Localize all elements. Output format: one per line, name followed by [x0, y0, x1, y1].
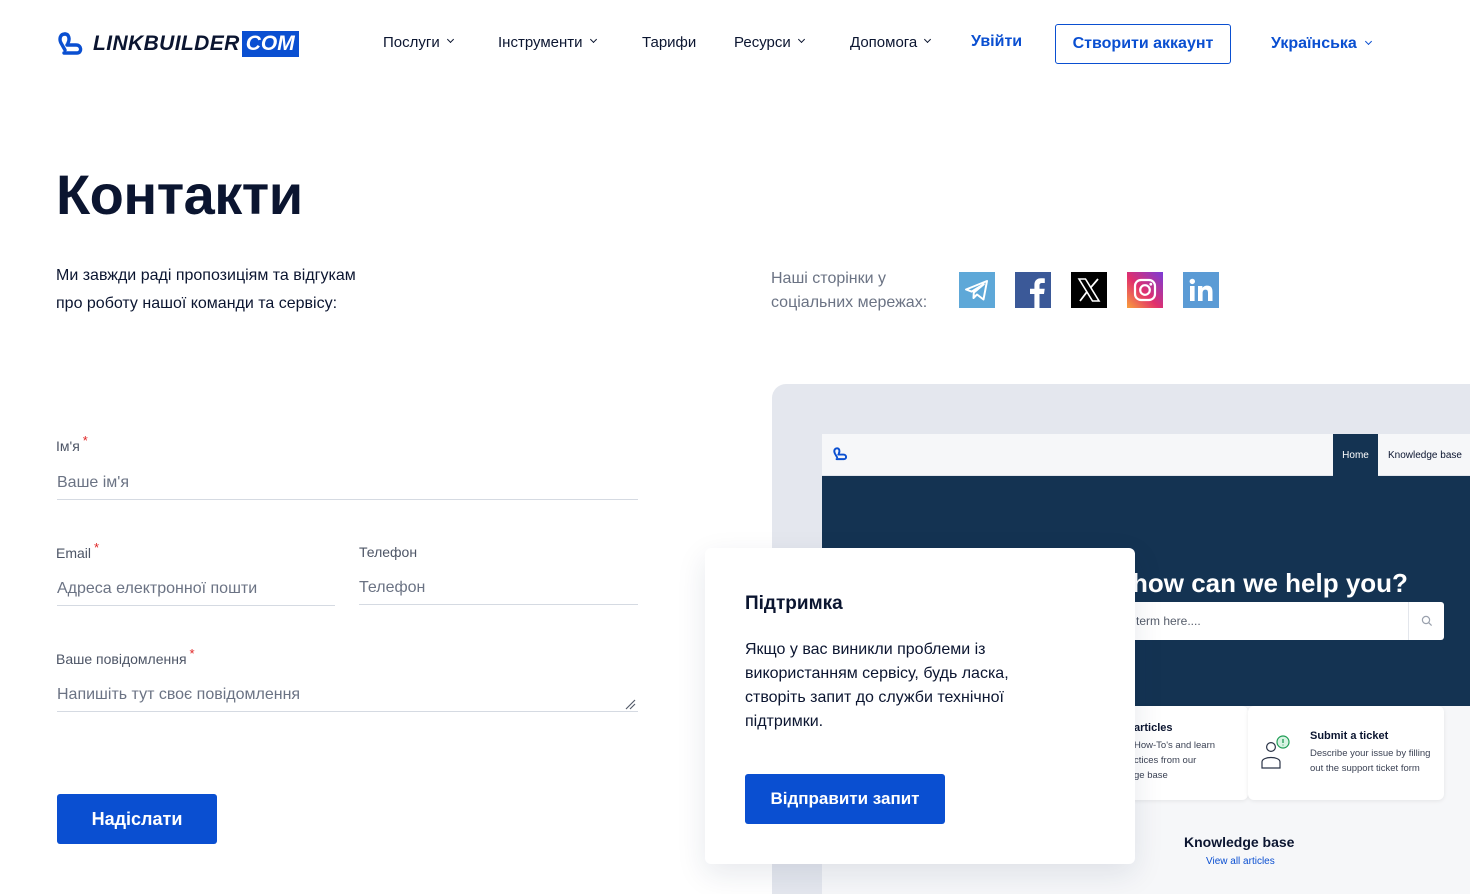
preview-tab-knowledge-base: Knowledge base	[1388, 449, 1462, 461]
create-account-button[interactable]: Створити аккаунт	[1055, 24, 1231, 64]
x-icon	[1071, 272, 1107, 308]
intro-line: Ми завжди раді пропозиціям та відгукам	[56, 267, 356, 284]
resize-handle-icon[interactable]	[624, 698, 636, 710]
site-header: LINKBUILDER COM Послуги Інструменти Тари…	[0, 0, 1470, 88]
preview-card-ticket: Submit a ticket Describe your issue by f…	[1248, 706, 1444, 800]
instagram-icon	[1127, 272, 1163, 308]
support-text-line: підтримки.	[745, 713, 824, 730]
preview-card-text: out the support ticket form	[1310, 763, 1420, 774]
logo-icon	[833, 447, 848, 461]
submit-label: Надіслати	[91, 808, 183, 829]
chevron-down-icon	[797, 35, 805, 44]
linkedin-icon	[1183, 272, 1219, 308]
phone-label: Телефон	[359, 544, 417, 560]
name-input[interactable]	[57, 466, 638, 500]
preview-search-button	[1408, 602, 1444, 640]
linkedin-link[interactable]	[1183, 272, 1219, 308]
logo-icon	[58, 32, 83, 55]
phone-label-text: Телефон	[359, 544, 418, 560]
page-title: Контакти	[56, 163, 303, 226]
preview-card-text: Describe your issue by filling	[1310, 748, 1431, 759]
preview-kb-title: Knowledge base	[1184, 834, 1295, 850]
intro-line: про роботу нашої команди та сервісу:	[56, 295, 338, 312]
support-text: Якщо у вас виникли проблеми із використа…	[745, 638, 1065, 734]
telegram-icon	[959, 272, 995, 308]
logo-text: LINKBUILDER	[93, 32, 240, 55]
preview-card-title: Submit a ticket	[1310, 730, 1389, 742]
email-label: Email *	[56, 540, 99, 561]
email-label-text: Email	[56, 545, 92, 561]
user-ticket-icon	[1261, 735, 1290, 769]
required-mark: *	[94, 540, 100, 555]
intro-text: Ми завжди раді пропозиціям та відгукам п…	[56, 262, 416, 318]
preview-tab-home: Home	[1333, 434, 1378, 476]
support-title: Підтримка	[745, 593, 843, 614]
facebook-icon	[1015, 272, 1051, 308]
nav-item-resources[interactable]: Ресурси	[734, 34, 805, 51]
nav-item-services[interactable]: Послуги	[383, 34, 454, 51]
preview-kb-link: View all articles	[1206, 856, 1275, 867]
support-text-line: створіть запит до служби технічної	[745, 689, 1004, 706]
nav-item-help[interactable]: Допомога	[850, 34, 932, 51]
phone-input[interactable]	[359, 571, 638, 605]
social-label-line: соціальних мережах:	[771, 294, 928, 311]
x-link[interactable]	[1071, 272, 1107, 308]
site-logo[interactable]: LINKBUILDER COM	[56, 30, 299, 58]
facebook-link[interactable]	[1015, 272, 1051, 308]
preview-heading: how can we help you?	[1132, 568, 1408, 598]
nav-item-pricing[interactable]: Тарифи	[642, 34, 696, 51]
nav-item-label: Ресурси	[734, 34, 791, 51]
chevron-down-icon	[589, 35, 597, 44]
nav-item-label: Інструменти	[498, 34, 583, 51]
search-icon	[1421, 615, 1432, 627]
preview-topbar: Home Knowledge base	[822, 434, 1470, 476]
social-label-line: Наші сторінки у	[771, 270, 887, 287]
email-input[interactable]	[57, 572, 335, 606]
instagram-link[interactable]	[1127, 272, 1163, 308]
telegram-link[interactable]	[959, 272, 995, 308]
preview-search-placeholder: term here....	[1136, 614, 1201, 628]
submit-button[interactable]: Надіслати	[57, 794, 217, 844]
language-label: Українська	[1271, 35, 1357, 52]
nav-item-tools[interactable]: Інструменти	[498, 34, 597, 51]
name-label: Ім'я *	[56, 433, 88, 454]
language-selector[interactable]: Українська	[1271, 35, 1372, 53]
preview-card-text: How-To's and learn	[1134, 740, 1216, 751]
message-label: Ваше повідомлення *	[56, 646, 195, 667]
name-label-text: Ім'я	[56, 438, 80, 454]
preview-card-title: articles	[1134, 722, 1173, 734]
message-textarea[interactable]	[57, 678, 638, 712]
nav-item-label: Послуги	[383, 34, 440, 51]
support-text-line: використанням сервісу, будь ласка,	[745, 665, 1009, 682]
nav-item-label: Тарифи	[642, 34, 697, 51]
chevron-down-icon	[1364, 37, 1372, 45]
send-request-label: Відправити запит	[770, 789, 920, 808]
create-account-label: Створити аккаунт	[1072, 35, 1214, 52]
support-text-line: Якщо у вас виникли проблеми із	[745, 641, 986, 658]
chevron-down-icon	[924, 35, 932, 44]
required-mark: *	[82, 433, 88, 448]
required-mark: *	[189, 646, 195, 661]
preview-card-text: ge base	[1134, 770, 1168, 781]
support-card: Підтримка Якщо у вас виникли проблеми із…	[705, 548, 1135, 864]
send-request-button[interactable]: Відправити запит	[745, 774, 945, 824]
nav-item-label: Допомога	[850, 34, 918, 51]
message-label-text: Ваше повідомлення	[56, 651, 187, 667]
preview-card-text: ctices from our	[1134, 755, 1197, 766]
login-link[interactable]: Увійти	[971, 33, 1022, 51]
social-label: Наші сторінки у соціальних мережах:	[771, 267, 927, 315]
logo-tld: COM	[241, 31, 299, 57]
chevron-down-icon	[446, 35, 454, 44]
preview-search-box: term here....	[1122, 602, 1444, 640]
